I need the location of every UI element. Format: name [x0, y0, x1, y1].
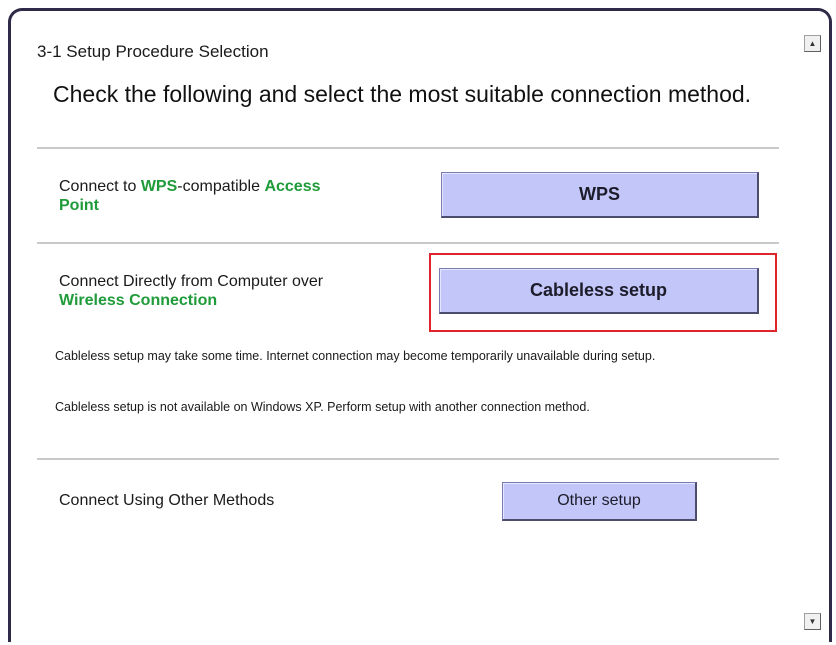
- other-setup-button[interactable]: Other setup: [502, 482, 697, 521]
- selection-highlight-box: [429, 253, 777, 332]
- step-title: 3-1 Setup Procedure Selection: [37, 42, 269, 61]
- wps-label-access: Access: [264, 178, 321, 195]
- cableless-option-label: Connect Directly from Computer over Wire…: [59, 272, 399, 310]
- cableless-note-xp: Cableless setup is not available on Wind…: [55, 400, 590, 414]
- divider-cableless: [37, 458, 779, 460]
- wps-label-point: Point: [59, 197, 99, 214]
- other-option-label: Connect Using Other Methods: [59, 492, 275, 509]
- vertical-scrollbar[interactable]: ▲ ▼: [800, 11, 829, 642]
- instruction-text: Check the following and select the most …: [53, 81, 752, 107]
- cableless-label-line2: Wireless Connection: [59, 292, 218, 309]
- setup-window: 3-1 Setup Procedure Selection Check the …: [8, 8, 832, 642]
- cableless-label-line1: Connect Directly from Computer over: [59, 273, 324, 290]
- wps-label-wps: WPS: [140, 178, 178, 195]
- wps-option-label: Connect to WPS-compatible Access Point: [59, 177, 389, 215]
- cableless-note-time: Cableless setup may take some time. Inte…: [55, 349, 656, 363]
- wps-label-prefix: Connect to: [59, 178, 141, 195]
- divider-wps: [37, 242, 779, 244]
- setup-content-pane: 3-1 Setup Procedure Selection Check the …: [11, 11, 806, 642]
- scroll-down-arrow-icon[interactable]: ▼: [804, 613, 821, 630]
- scroll-up-arrow-icon[interactable]: ▲: [804, 35, 821, 52]
- wps-button[interactable]: WPS: [441, 172, 759, 218]
- wps-label-mid: -compatible: [177, 178, 265, 195]
- divider-top: [37, 147, 779, 149]
